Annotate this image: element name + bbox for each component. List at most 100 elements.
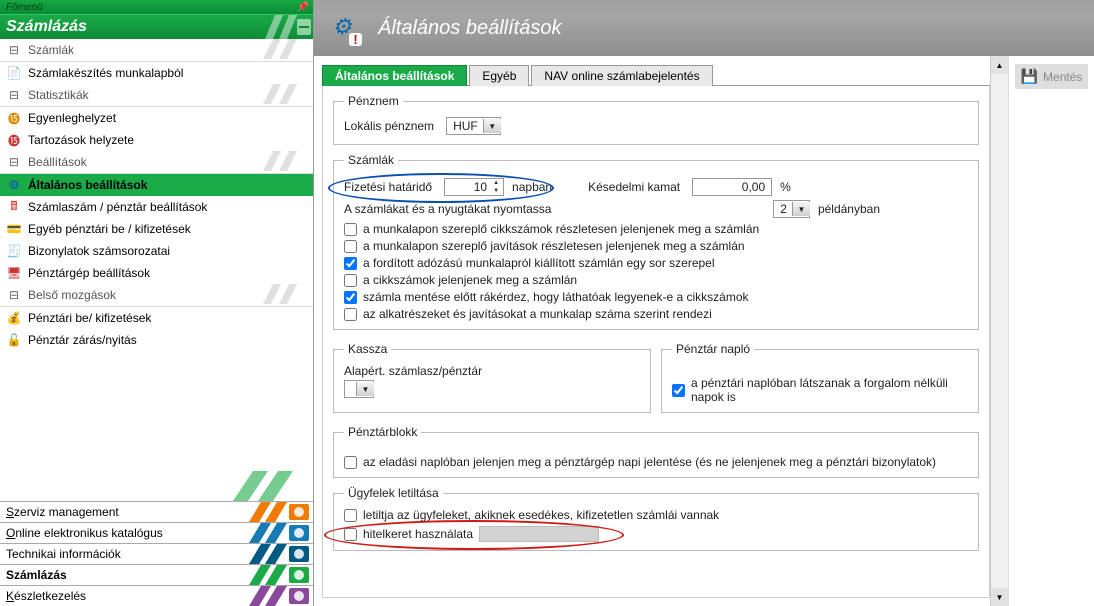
content-row: Általános beállításokEgyébNAV online szá… (314, 56, 1094, 606)
sidebar-item[interactable]: 🖩Számlaszám / pénztár beállítások (0, 196, 313, 218)
chk-ugyfel-1-box[interactable] (344, 509, 357, 522)
input-hitelkeret[interactable] (479, 526, 599, 542)
chk-label: az alkatrészeket és javításokat a munkal… (363, 307, 712, 321)
chevron-down-icon[interactable]: ▼ (792, 202, 810, 216)
collapse-icon: ⊟ (6, 154, 22, 170)
save-button[interactable]: 💾 Mentés (1015, 64, 1088, 89)
sidebar-group[interactable]: ⊟Beállítások (0, 151, 313, 174)
chk-ugyfel-2[interactable]: hitelkeret használata (344, 526, 968, 542)
chk-naplo[interactable]: a pénztári naplóban látszanak a forgalom… (672, 376, 968, 404)
sidebar-item[interactable]: 🧾Bizonylatok számsorozatai (0, 240, 313, 262)
spinner-fiz-hatarido[interactable]: 10 ▲▼ (444, 178, 504, 196)
sidebar-item[interactable]: ⓯Egyenleghelyzet (0, 107, 313, 129)
group-penznem: Pénznem Lokális pénznem HUF ▼ (333, 94, 979, 145)
stripe-decor-icon (253, 84, 313, 106)
menu-icon: 🖥 (6, 265, 22, 281)
select-print-copies[interactable]: 2 ▼ (773, 202, 810, 216)
chk-szamlak[interactable]: számla mentése előtt rákérdez, hogy láth… (344, 290, 968, 304)
chk-blokk-box[interactable] (344, 456, 357, 469)
spinner-buttons[interactable]: ▲▼ (490, 179, 502, 195)
sidebar-item-label: Pénztári be/ kifizetések (28, 311, 151, 325)
sidebar-group[interactable]: ⊟Számlák (0, 39, 313, 62)
sidebar-category[interactable]: Szerviz management (0, 501, 313, 522)
chk-label: a munkalapon szereplő javítások részlete… (363, 239, 745, 253)
group-blokk: Pénztárblokk az eladási naplóban jelenje… (333, 425, 979, 478)
chk-box[interactable] (344, 223, 357, 236)
collapse-icon: ⊟ (6, 87, 22, 103)
chk-szamlak[interactable]: az alkatrészeket és javításokat a munkal… (344, 307, 968, 321)
sidebar-category[interactable]: Számlázás (0, 564, 313, 585)
select-kassza[interactable]: ▼ (344, 382, 374, 396)
sidebar-categories: Szerviz managementOnline elektronikus ka… (0, 501, 313, 606)
sidebar-category[interactable]: Technikai információk (0, 543, 313, 564)
tab[interactable]: Egyéb (469, 65, 529, 86)
spinner-up-icon[interactable]: ▲ (490, 179, 502, 187)
sidebar-item[interactable]: ⚙ Általános beállítások (0, 174, 313, 196)
category-stripe-icon (249, 523, 313, 543)
chk-ugyfel-1-label: letiltja az ügyfeleket, akiknek esedékes… (363, 508, 719, 522)
chevron-down-icon[interactable]: ▼ (356, 382, 374, 396)
chk-szamlak[interactable]: a munkalapon szereplő cikkszámok részlet… (344, 222, 968, 236)
sidebar-item[interactable]: 🔓Pénztár zárás/nyitás (0, 329, 313, 351)
sidebar-item[interactable]: 💳Egyéb pénztári be / kifizetések (0, 218, 313, 240)
chk-szamlak[interactable]: a munkalapon szereplő javítások részlete… (344, 239, 968, 253)
menu-icon: 🖩 (6, 199, 22, 215)
legend-blokk: Pénztárblokk (344, 425, 421, 439)
sidebar-group[interactable]: ⊟ Statisztikák (0, 84, 313, 107)
sidebar-item[interactable]: 💰Pénztári be/ kifizetések (0, 307, 313, 329)
legend-kassza: Kassza (344, 342, 391, 356)
sidebar: Főmenü 📌 Számlázás ⊟Számlák📄Számlakészít… (0, 0, 314, 606)
scroll-up-icon[interactable]: ▲ (991, 56, 1008, 74)
chk-box[interactable] (344, 308, 357, 321)
sidebar-category-label: Számlázás (6, 568, 67, 582)
sidebar-item-label: Számlák (28, 43, 74, 57)
sidebar-item-label: Statisztikák (28, 88, 89, 102)
chk-szamlak[interactable]: a cikkszámok jelenjenek meg a számlán (344, 273, 968, 287)
sidebar-item[interactable]: 🖥 Pénztárgép beállítások (0, 262, 313, 284)
sidebar-item-label: Belső mozgások (28, 288, 116, 302)
label-print-copies: A számlákat és a nyugtákat nyomtassa (344, 202, 551, 216)
collapse-icon: ⊟ (6, 287, 22, 303)
chk-box[interactable] (344, 257, 357, 270)
content-area: Általános beállításokEgyébNAV online szá… (314, 56, 990, 606)
sidebar-category[interactable]: Online elektronikus katalógus (0, 522, 313, 543)
sidebar-group[interactable]: ⊟ Belső mozgások (0, 284, 313, 307)
save-button-label: Mentés (1043, 70, 1082, 84)
tab[interactable]: Általános beállítások (322, 65, 467, 86)
chk-blokk[interactable]: az eladási naplóban jelenjen meg a pénzt… (344, 455, 968, 469)
chevron-down-icon[interactable]: ▼ (483, 119, 501, 133)
pin-icon[interactable]: 📌 (297, 2, 309, 13)
vertical-scrollbar[interactable]: ▲ ▼ (990, 56, 1008, 606)
sidebar-category[interactable]: Készletkezelés (0, 585, 313, 606)
sidebar-item[interactable]: 📄Számlakészítés munkalapból (0, 62, 313, 84)
menu-icon: ⚙ (6, 177, 22, 193)
spinner-down-icon[interactable]: ▼ (490, 187, 502, 195)
chk-naplo-box[interactable] (672, 384, 685, 397)
chk-ugyfel-2-box[interactable] (344, 528, 357, 541)
chk-szamlak[interactable]: a fordított adózású munkalapról kiállíto… (344, 256, 968, 270)
form-inner: Pénznem Lokális pénznem HUF ▼ Számlák (323, 86, 989, 569)
sidebar-item-label: Pénztárgép beállítások (28, 266, 150, 280)
sidebar-item-label: Pénztár zárás/nyitás (28, 333, 137, 347)
label-kes-unit: % (780, 180, 791, 194)
two-col: Kassza Alapért. számlasz/pénztár ▼ Pénzt… (333, 338, 979, 421)
szamlak-checks: a munkalapon szereplő cikkszámok részlet… (344, 222, 968, 321)
chk-box[interactable] (344, 291, 357, 304)
select-local-currency[interactable]: HUF ▼ (446, 119, 501, 133)
chk-box[interactable] (344, 274, 357, 287)
chk-box[interactable] (344, 240, 357, 253)
input-kesedelmi[interactable]: 0,00 (692, 178, 772, 196)
sidebar-item-label: Tartozások helyzete (28, 133, 134, 147)
tab[interactable]: NAV online számlabejelentés (531, 65, 712, 86)
chk-label: számla mentése előtt rákérdez, hogy láth… (363, 290, 749, 304)
sidebar-item-label: Általános beállítások (28, 178, 147, 192)
sidebar-item[interactable]: ⓯Tartozások helyzete (0, 129, 313, 151)
right-actions: 💾 Mentés (1008, 56, 1094, 606)
category-stripe-icon (249, 565, 313, 585)
scroll-down-icon[interactable]: ▼ (991, 588, 1008, 606)
sidebar-item-label: Számlakészítés munkalapból (28, 66, 183, 80)
category-stripe-icon (265, 15, 313, 39)
sidebar-category-label: Technikai információk (6, 547, 121, 561)
menu-icon: 💳 (6, 221, 22, 237)
chk-ugyfel-1[interactable]: letiltja az ügyfeleket, akiknek esedékes… (344, 508, 968, 522)
